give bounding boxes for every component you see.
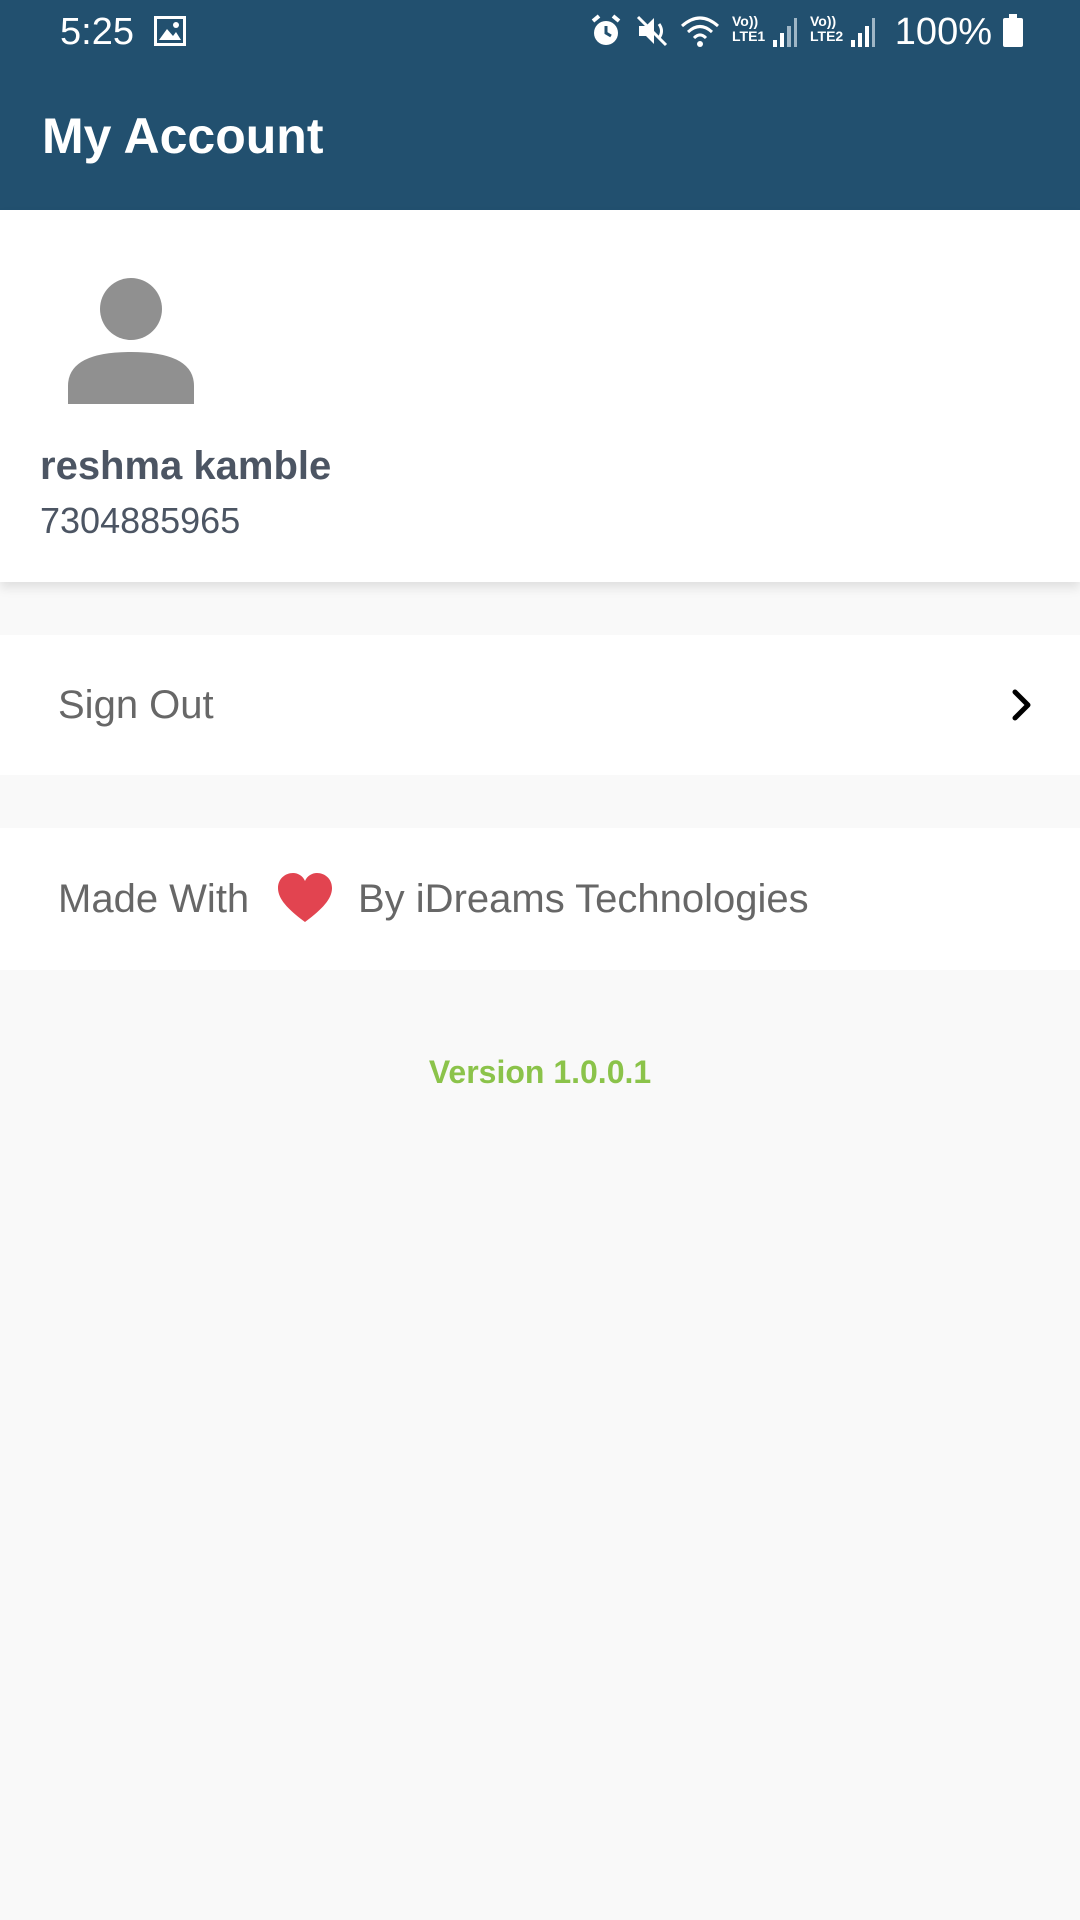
signal-icon — [773, 18, 797, 47]
sim2-volte: Vo)) — [810, 13, 837, 29]
user-phone: 7304885965 — [40, 500, 241, 541]
version-label: Version 1.0.0.1 — [428, 1054, 652, 1090]
status-bar: 5:25 Vo)) LTE1 Vo)) LTE2 100% — [0, 0, 1080, 64]
app-bar: My Account — [0, 64, 1080, 210]
page-title: My Account — [42, 108, 324, 164]
sim2-lte: LTE2 — [810, 28, 844, 44]
avatar-person-icon — [68, 278, 194, 404]
heart-icon — [278, 873, 332, 922]
battery-icon — [1003, 14, 1023, 47]
gallery-icon — [154, 16, 186, 46]
sim1-lte: LTE1 — [732, 28, 766, 44]
battery-percent: 100% — [894, 11, 992, 53]
profile-card: reshma kamble 7304885965 — [0, 210, 1080, 582]
user-name: reshma kamble — [40, 444, 332, 488]
sign-out-button[interactable]: Sign Out — [0, 635, 1080, 775]
sign-out-label: Sign Out — [58, 683, 214, 727]
signal-icon-2 — [851, 18, 875, 47]
company-text: By iDreams Technologies — [358, 877, 809, 921]
status-icons: Vo)) LTE1 Vo)) LTE2 100% — [560, 0, 1080, 64]
chevron-right-icon — [1012, 689, 1031, 721]
sim1-label: Vo)) LTE1 — [732, 14, 765, 44]
alarm-icon — [591, 14, 621, 45]
made-with-row: Made With By iDreams Technologies — [0, 828, 1080, 970]
wifi-icon — [681, 16, 719, 47]
sim2-label: Vo)) LTE2 — [810, 14, 843, 44]
made-with-text: Made With — [58, 877, 250, 921]
sim1-volte: Vo)) — [732, 13, 759, 29]
mute-icon — [636, 15, 668, 47]
status-time: 5:25 — [60, 11, 134, 53]
